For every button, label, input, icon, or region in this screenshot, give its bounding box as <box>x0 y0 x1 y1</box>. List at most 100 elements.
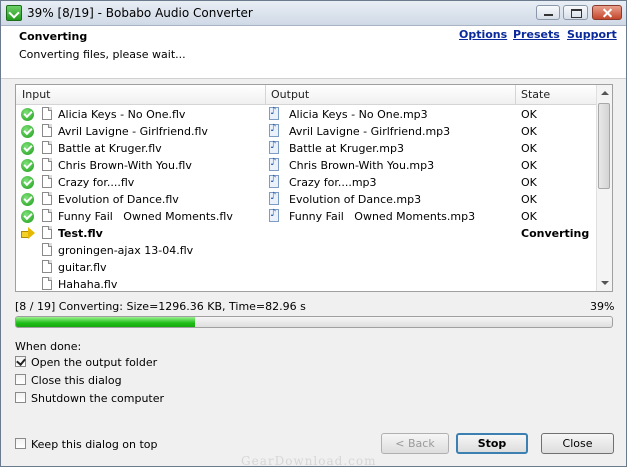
ok-icon <box>21 125 34 138</box>
output-filename: Avril Lavigne - Girlfriend.mp3 <box>289 125 451 138</box>
file-icon <box>42 192 52 205</box>
keep-on-top-checkbox[interactable] <box>15 438 26 449</box>
presets-link[interactable]: Presets <box>513 28 560 41</box>
file-list[interactable]: Input Output State Alicia Keys - No One.… <box>15 84 613 292</box>
list-row[interactable]: Funny Fail Owned Moments.flv Funny Fail O… <box>16 208 596 225</box>
row-state: Converting <box>521 227 590 240</box>
list-row[interactable]: Crazy for....flv Crazy for....mp3 OK <box>16 174 596 191</box>
input-filename: Crazy for....flv <box>58 176 135 189</box>
conversion-info: [8 / 19] Converting: Size=1296.36 KB, Ti… <box>15 300 306 313</box>
row-state: OK <box>521 176 537 189</box>
output-filename: Alicia Keys - No One.mp3 <box>289 108 428 121</box>
input-filename: groningen-ajax 13-04.flv <box>58 244 194 257</box>
list-row[interactable]: Avril Lavigne - Girlfriend.flv Avril Lavi… <box>16 123 596 140</box>
close-dialog-label: Close this dialog <box>31 374 122 387</box>
back-button[interactable]: < Back <box>381 433 449 454</box>
ok-icon <box>21 176 34 189</box>
list-scrollbar[interactable] <box>596 85 612 291</box>
input-filename: Funny Fail Owned Moments.flv <box>58 210 233 223</box>
progress-percent: 39% <box>590 300 615 313</box>
scroll-thumb[interactable] <box>598 103 610 189</box>
row-state: OK <box>521 142 537 155</box>
maximize-button[interactable] <box>563 5 588 20</box>
file-icon <box>42 158 52 171</box>
row-state: OK <box>521 210 537 223</box>
open-folder-checkbox[interactable] <box>15 356 26 367</box>
shutdown-checkbox[interactable] <box>15 392 26 403</box>
output-filename: Crazy for....mp3 <box>289 176 377 189</box>
progress-fill <box>16 317 195 327</box>
list-row[interactable]: Alicia Keys - No One.flv Alicia Keys - No… <box>16 106 596 123</box>
output-filename: Funny Fail Owned Moments.mp3 <box>289 210 476 223</box>
page-subtitle: Converting files, please wait... <box>19 48 186 61</box>
shutdown-label: Shutdown the computer <box>31 392 165 405</box>
ok-icon <box>21 108 34 121</box>
audio-file-icon <box>269 123 279 137</box>
input-filename: Battle at Kruger.flv <box>58 142 162 155</box>
input-filename: Avril Lavigne - Girlfriend.flv <box>58 125 208 138</box>
column-state[interactable]: State <box>521 88 550 101</box>
arrow-icon <box>21 227 35 240</box>
open-folder-label: Open the output folder <box>31 356 158 369</box>
column-divider <box>265 85 266 104</box>
list-row[interactable]: guitar.flv <box>16 259 596 276</box>
file-icon <box>42 124 52 137</box>
audio-file-icon <box>269 106 279 120</box>
list-row[interactable]: Battle at Kruger.flv Battle at Kruger.mp3… <box>16 140 596 157</box>
file-icon <box>42 226 52 239</box>
file-icon <box>42 260 52 273</box>
scroll-up-icon[interactable] <box>597 85 612 101</box>
ok-icon <box>21 159 34 172</box>
input-filename: Evolution of Dance.flv <box>58 193 179 206</box>
output-filename: Chris Brown-With You.mp3 <box>289 159 435 172</box>
close-button[interactable]: Close <box>541 433 614 454</box>
ok-icon <box>21 142 34 155</box>
column-output[interactable]: Output <box>271 88 309 101</box>
progress-bar <box>15 316 613 328</box>
converter-window: 39% [8/19] - Bobabo Audio Converter Conv… <box>0 0 627 468</box>
list-row[interactable]: groningen-ajax 13-04.flv <box>16 242 596 259</box>
file-icon <box>42 243 52 256</box>
support-link[interactable]: Support <box>567 28 617 41</box>
list-row[interactable]: Evolution of Dance.flv Evolution of Dance… <box>16 191 596 208</box>
output-filename: Evolution of Dance.mp3 <box>289 193 422 206</box>
list-row[interactable]: Hahaha.flv <box>16 276 596 291</box>
window-title: 39% [8/19] - Bobabo Audio Converter <box>27 6 253 20</box>
file-icon <box>42 107 52 120</box>
column-divider <box>515 85 516 104</box>
audio-file-icon <box>269 174 279 188</box>
file-icon <box>42 209 52 222</box>
input-filename: Alicia Keys - No One.flv <box>58 108 186 121</box>
audio-file-icon <box>269 157 279 171</box>
input-filename: Chris Brown-With You.flv <box>58 159 192 172</box>
header-panel: Converting Converting files, please wait… <box>1 26 626 79</box>
audio-file-icon <box>269 208 279 222</box>
when-done-label: When done: <box>15 340 82 353</box>
ok-icon <box>21 210 34 223</box>
watermark: GearDownload.com <box>241 454 377 468</box>
column-input[interactable]: Input <box>22 88 50 101</box>
app-icon <box>6 5 22 21</box>
scroll-down-icon[interactable] <box>597 275 612 291</box>
input-filename: Test.flv <box>58 227 103 240</box>
keep-on-top-label: Keep this dialog on top <box>31 438 158 451</box>
minimize-button[interactable] <box>536 5 560 20</box>
audio-file-icon <box>269 140 279 154</box>
close-window-button[interactable] <box>592 5 622 20</box>
row-state: OK <box>521 125 537 138</box>
file-icon <box>42 175 52 188</box>
row-state: OK <box>521 159 537 172</box>
file-icon <box>42 277 52 290</box>
page-title: Converting <box>19 30 88 43</box>
stop-button[interactable]: Stop <box>456 433 528 454</box>
ok-icon <box>21 193 34 206</box>
input-filename: guitar.flv <box>58 261 107 274</box>
input-filename: Hahaha.flv <box>58 278 118 291</box>
close-dialog-checkbox[interactable] <box>15 374 26 385</box>
audio-file-icon <box>269 191 279 205</box>
options-link[interactable]: Options <box>459 28 507 41</box>
file-icon <box>42 141 52 154</box>
title-bar[interactable]: 39% [8/19] - Bobabo Audio Converter <box>1 1 626 26</box>
list-row[interactable]: Chris Brown-With You.flv Chris Brown-With… <box>16 157 596 174</box>
list-row[interactable]: Test.flv Converting <box>16 225 596 242</box>
